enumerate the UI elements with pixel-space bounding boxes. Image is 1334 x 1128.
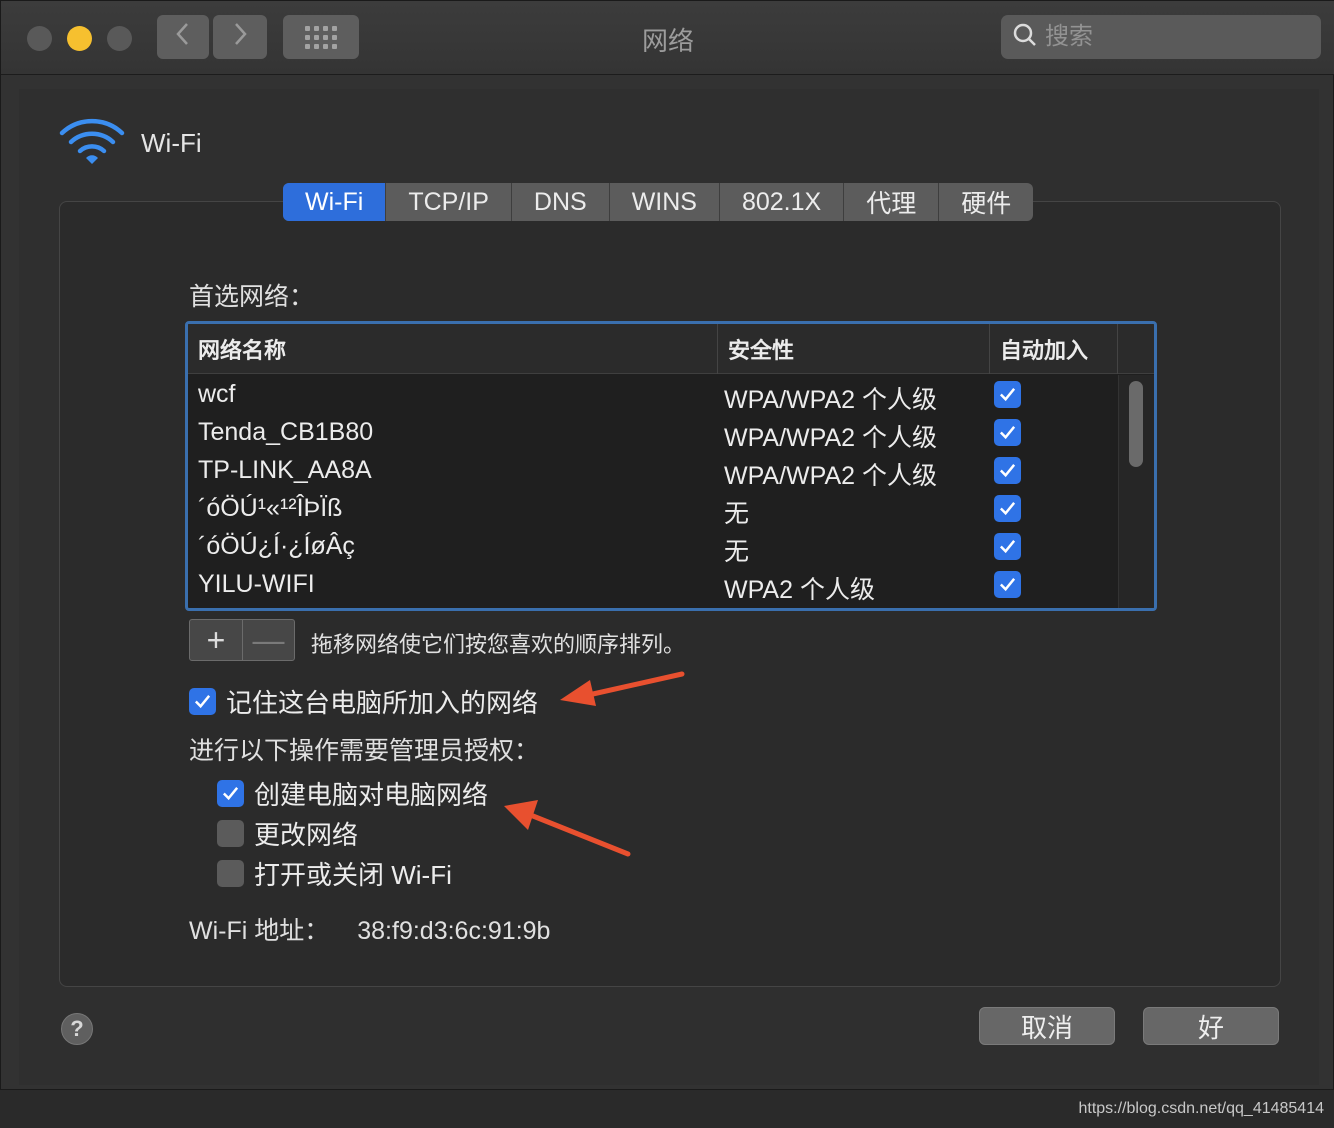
wifi-address: Wi-Fi 地址： 38:f9:d3:6c:91:9b xyxy=(189,911,550,947)
toggle-wifi-label: 打开或关闭 Wi-Fi xyxy=(254,860,452,890)
checkmark-icon xyxy=(999,388,1016,402)
network-security: WPA2 个人级 xyxy=(724,576,875,604)
auto-join-checkbox[interactable] xyxy=(994,533,1021,560)
change-network-label: 更改网络 xyxy=(254,820,359,850)
cancel-button[interactable]: 取消 xyxy=(979,1007,1115,1045)
table-row[interactable]: ´óÖÚ¿Í·¿ÍøÂç 无 xyxy=(188,528,1118,566)
annotation-arrow-icon xyxy=(504,800,631,857)
checkmark-icon xyxy=(999,502,1016,516)
remove-network-button[interactable]: — xyxy=(242,620,294,660)
change-network-option[interactable]: 更改网络 xyxy=(217,815,358,852)
tab-wifi[interactable]: Wi-Fi xyxy=(283,183,387,221)
toggle-wifi-option[interactable]: 打开或关闭 Wi-Fi xyxy=(217,855,452,892)
wifi-address-value: 38:f9:d3:6c:91:9b xyxy=(357,917,551,945)
network-name: TP-LINK_AA8A xyxy=(198,456,372,484)
remember-networks-label: 记住这台电脑所加入的网络 xyxy=(226,688,539,718)
search-field[interactable] xyxy=(1001,15,1321,59)
checkmark-icon xyxy=(999,426,1016,440)
table-row[interactable]: TP-LINK_AA8A WPA/WPA2 个人级 xyxy=(188,452,1118,490)
tab-bar: Wi-Fi TCP/IP DNS WINS 802.1X 代理 硬件 xyxy=(283,183,1034,221)
column-header-security[interactable]: 安全性 xyxy=(718,324,990,374)
wifi-header: Wi-Fi xyxy=(59,117,202,170)
remember-networks-option[interactable]: 记住这台电脑所加入的网络 xyxy=(189,683,538,720)
network-name: ´óÖÚ¹«¹²ÎÞÏß xyxy=(198,494,343,522)
network-name: YILU-WIFI xyxy=(198,570,315,598)
network-name: ´óÖÚ¿Í·¿ÍøÂç xyxy=(198,532,355,560)
table-header: 网络名称 安全性 自动加入 xyxy=(188,324,1154,374)
tab-hardware[interactable]: 硬件 xyxy=(939,183,1033,221)
wifi-icon xyxy=(59,117,125,170)
column-header-name[interactable]: 网络名称 xyxy=(188,324,718,374)
content-area: Wi-Fi Wi-Fi TCP/IP DNS WINS 802.1X 代理 硬件… xyxy=(19,89,1319,1085)
checkmark-icon xyxy=(222,787,239,801)
network-name: wcf xyxy=(198,380,236,408)
auto-join-checkbox[interactable] xyxy=(994,419,1021,446)
change-network-checkbox[interactable] xyxy=(217,820,244,847)
wifi-address-label: Wi-Fi 地址： xyxy=(189,917,330,945)
add-network-button[interactable]: + xyxy=(190,620,242,660)
search-icon xyxy=(1013,23,1037,52)
checkmark-icon xyxy=(999,540,1016,554)
tab-8021x[interactable]: 802.1X xyxy=(720,183,845,221)
checkmark-icon xyxy=(194,695,211,709)
checkmark-icon xyxy=(999,464,1016,478)
create-adhoc-checkbox[interactable] xyxy=(217,780,244,807)
network-security: WPA/WPA2 个人级 xyxy=(724,424,937,452)
table-row[interactable]: wcf WPA/WPA2 个人级 xyxy=(188,376,1118,414)
tab-wins[interactable]: WINS xyxy=(610,183,720,221)
network-name: Tenda_CB1B80 xyxy=(198,418,374,446)
auto-join-checkbox[interactable] xyxy=(994,571,1021,598)
tab-dns[interactable]: DNS xyxy=(512,183,610,221)
remember-networks-checkbox[interactable] xyxy=(189,688,216,715)
annotation-arrow-icon xyxy=(560,671,685,706)
tab-proxy[interactable]: 代理 xyxy=(844,183,940,221)
create-adhoc-option[interactable]: 创建电脑对电脑网络 xyxy=(217,775,488,812)
preferred-networks-table[interactable]: 网络名称 安全性 自动加入 wcf WPA/WPA2 个人级 Tenda_CB1… xyxy=(185,321,1157,611)
auto-join-checkbox[interactable] xyxy=(994,457,1021,484)
watermark: https://blog.csdn.net/qq_41485414 xyxy=(1078,1100,1324,1117)
reorder-hint: 拖移网络使它们按您喜欢的顺序排列。 xyxy=(311,632,686,657)
search-input[interactable] xyxy=(1045,23,1295,51)
auto-join-checkbox[interactable] xyxy=(994,381,1021,408)
add-remove-control: + — xyxy=(189,619,295,661)
table-row[interactable]: Tenda_CB1B80 WPA/WPA2 个人级 xyxy=(188,414,1118,452)
checkmark-icon xyxy=(999,578,1016,592)
help-button[interactable]: ? xyxy=(61,1013,93,1045)
network-security: WPA/WPA2 个人级 xyxy=(724,386,937,414)
column-header-auto-join[interactable]: 自动加入 xyxy=(990,324,1118,374)
toggle-wifi-checkbox[interactable] xyxy=(217,860,244,887)
create-adhoc-label: 创建电脑对电脑网络 xyxy=(254,780,489,810)
admin-required-label: 进行以下操作需要管理员授权： xyxy=(189,737,540,765)
scroll-thumb[interactable] xyxy=(1129,381,1143,467)
auto-join-checkbox[interactable] xyxy=(994,495,1021,522)
network-security: WPA/WPA2 个人级 xyxy=(724,462,937,490)
network-security: 无 xyxy=(724,538,750,566)
ok-button[interactable]: 好 xyxy=(1143,1007,1279,1045)
preferred-networks-label: 首选网络： xyxy=(189,283,315,311)
network-security: 无 xyxy=(724,500,750,528)
table-scrollbar[interactable] xyxy=(1118,375,1154,608)
table-row[interactable]: YILU-WIFI WPA2 个人级 xyxy=(188,566,1118,604)
table-row[interactable]: ´óÖÚ¹«¹²ÎÞÏß 无 xyxy=(188,490,1118,528)
title-bar: 网络 xyxy=(1,1,1334,75)
network-prefs-window: 网络 Wi-Fi Wi-Fi TCP/IP DNS xyxy=(0,0,1334,1090)
tab-tcpip[interactable]: TCP/IP xyxy=(386,183,512,221)
wifi-header-label: Wi-Fi xyxy=(141,128,202,158)
